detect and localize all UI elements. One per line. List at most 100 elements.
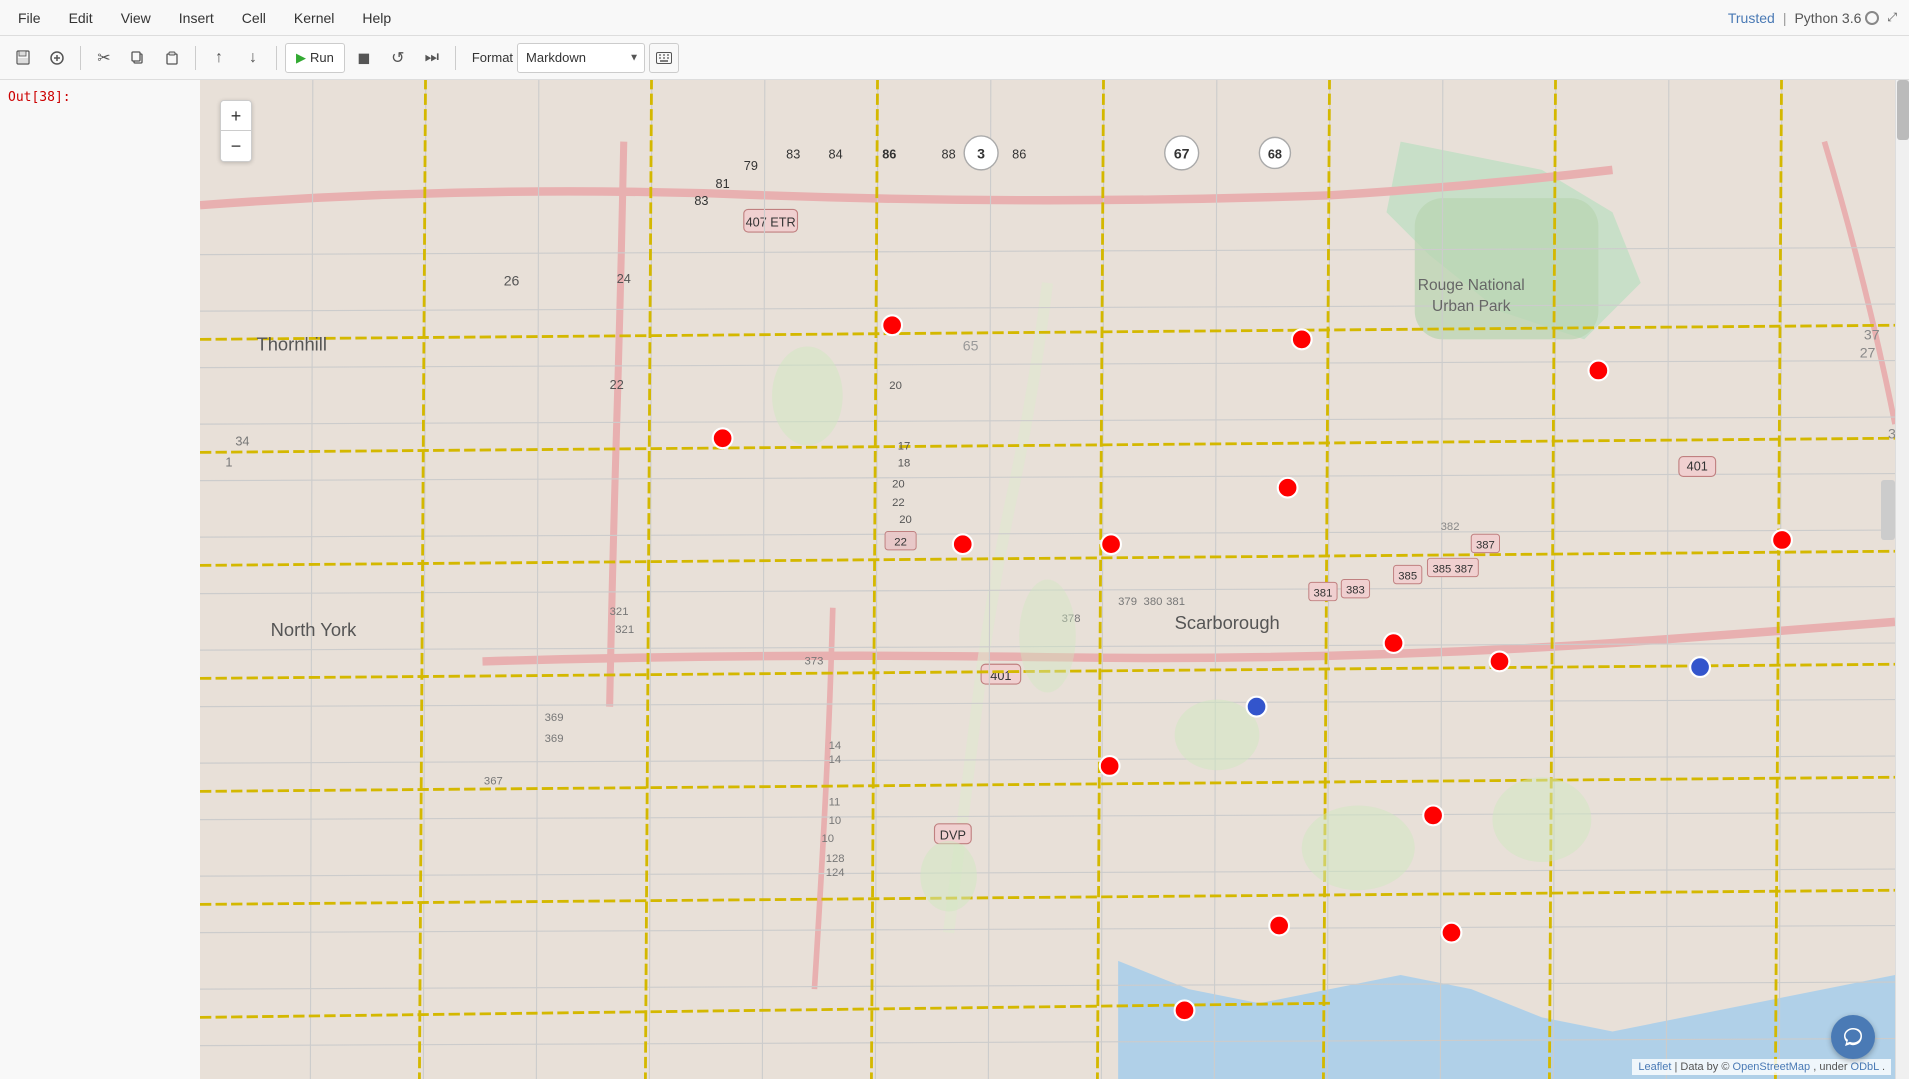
toolbar-separator-3 [276, 46, 277, 70]
svg-text:North York: North York [271, 619, 358, 640]
fast-forward-button[interactable]: ⏭ [417, 43, 447, 73]
expand-icon[interactable]: ⤢ [1887, 10, 1897, 25]
toolbar-separator-1 [80, 46, 81, 70]
svg-text:10: 10 [822, 833, 835, 845]
svg-text:367: 367 [484, 775, 503, 787]
svg-text:3: 3 [977, 146, 985, 162]
svg-text:381: 381 [1166, 596, 1185, 608]
svg-text:373: 373 [805, 655, 824, 667]
python-version: Python 3.6 [1794, 10, 1861, 26]
run-label: Run [310, 50, 334, 65]
svg-text:88: 88 [942, 147, 956, 162]
svg-text:86: 86 [1012, 147, 1026, 162]
stop-button[interactable]: ◼ [349, 43, 379, 73]
svg-text:22: 22 [894, 537, 907, 549]
leaflet-link[interactable]: Leaflet [1638, 1061, 1671, 1073]
format-select-wrapper[interactable]: Markdown Code Raw NBConvert Heading ▼ [517, 43, 645, 73]
svg-text:124: 124 [826, 867, 845, 879]
osm-link[interactable]: OpenStreetMap [1733, 1061, 1811, 1073]
svg-text:20: 20 [889, 380, 902, 392]
svg-text:34: 34 [235, 433, 249, 448]
svg-text:10: 10 [829, 815, 842, 827]
output-label: Out[38]: [8, 90, 71, 105]
svg-text:14: 14 [829, 754, 842, 766]
scrollbar-thumb[interactable] [1897, 80, 1909, 140]
map-svg: 407 ETR 401 DVP [200, 80, 1895, 1079]
svg-text:81: 81 [716, 176, 730, 191]
run-button[interactable]: ▶ Run [285, 43, 345, 73]
svg-text:65: 65 [963, 338, 979, 354]
toolbar: ✂ ↑ ↓ ▶ Run ◼ ↺ ⏭ Format Markdown Code R… [0, 36, 1909, 80]
menu-bar: File Edit View Insert Cell Kernel Help T… [0, 0, 1909, 36]
move-up-button[interactable]: ↑ [204, 43, 234, 73]
svg-text:79: 79 [744, 158, 758, 173]
svg-text:Scarborough: Scarborough [1175, 612, 1280, 633]
restart-button[interactable]: ↺ [383, 43, 413, 73]
copy-button[interactable] [123, 43, 153, 73]
paste-button[interactable] [157, 43, 187, 73]
svg-text:379: 379 [1118, 596, 1137, 608]
svg-text:14: 14 [829, 740, 842, 752]
menu-help[interactable]: Help [356, 8, 397, 28]
menu-kernel[interactable]: Kernel [288, 8, 340, 28]
svg-text:17: 17 [898, 441, 911, 453]
svg-text:Rouge National: Rouge National [1418, 277, 1525, 294]
separator: | [1783, 10, 1787, 26]
toolbar-separator-2 [195, 46, 196, 70]
svg-text:86: 86 [882, 147, 896, 162]
zoom-in-button[interactable]: + [221, 101, 251, 131]
svg-text:67: 67 [1174, 146, 1190, 162]
svg-text:321: 321 [610, 606, 629, 618]
move-down-button[interactable]: ↓ [238, 43, 268, 73]
svg-text:26: 26 [504, 273, 520, 289]
toolbar-separator-4 [455, 46, 456, 70]
svg-text:27: 27 [1860, 345, 1876, 361]
svg-text:84: 84 [829, 147, 843, 162]
map-container[interactable]: 407 ETR 401 DVP [200, 80, 1895, 1079]
add-cell-above-button[interactable] [42, 43, 72, 73]
menu-file[interactable]: File [12, 8, 47, 28]
save-button[interactable] [8, 43, 38, 73]
page-scrollbar[interactable] [1895, 80, 1909, 1079]
cut-button[interactable]: ✂ [89, 43, 119, 73]
svg-text:20: 20 [899, 514, 912, 526]
svg-text:68: 68 [1268, 147, 1282, 162]
svg-text:380: 380 [1144, 596, 1163, 608]
content-area: Out[38]: 407 ETR [0, 80, 1909, 1079]
svg-text:83: 83 [694, 193, 708, 208]
cell-gutter: Out[38]: [0, 80, 200, 1079]
svg-text:401: 401 [990, 668, 1011, 683]
svg-text:Urban Park: Urban Park [1432, 298, 1511, 315]
trusted-label: Trusted [1728, 10, 1775, 26]
svg-text:385 387: 385 387 [1432, 563, 1473, 575]
svg-text:321: 321 [615, 624, 634, 636]
menu-cell[interactable]: Cell [236, 8, 272, 28]
svg-text:DVP: DVP [940, 827, 966, 842]
format-label: Format [472, 50, 513, 65]
zoom-out-button[interactable]: − [221, 131, 251, 161]
python-info: Python 3.6 [1794, 10, 1879, 26]
svg-text:369: 369 [545, 733, 564, 745]
attribution-period: . [1882, 1061, 1885, 1073]
svg-text:394: 394 [1888, 425, 1895, 441]
odbl-link[interactable]: ODbL [1851, 1061, 1879, 1073]
menu-insert[interactable]: Insert [173, 8, 220, 28]
svg-text:24: 24 [617, 271, 631, 286]
map-scrollbar[interactable] [1881, 480, 1895, 540]
svg-text:83: 83 [786, 147, 800, 162]
svg-text:387: 387 [1476, 539, 1495, 551]
svg-text:20: 20 [892, 479, 905, 491]
svg-text:369: 369 [545, 712, 564, 724]
svg-text:383: 383 [1346, 585, 1365, 597]
svg-text:Thornhill: Thornhill [257, 334, 327, 355]
map-attribution: Leaflet | Data by © OpenStreetMap , unde… [1632, 1059, 1891, 1075]
svg-text:381: 381 [1314, 587, 1333, 599]
svg-text:37: 37 [1864, 326, 1880, 342]
format-select[interactable]: Markdown Code Raw NBConvert Heading [517, 43, 645, 73]
chat-button[interactable] [1831, 1015, 1875, 1059]
menu-edit[interactable]: Edit [63, 8, 99, 28]
menu-view[interactable]: View [115, 8, 157, 28]
keyboard-shortcuts-button[interactable] [649, 43, 679, 73]
kernel-status-icon [1865, 11, 1879, 25]
zoom-controls: + − [220, 100, 252, 162]
